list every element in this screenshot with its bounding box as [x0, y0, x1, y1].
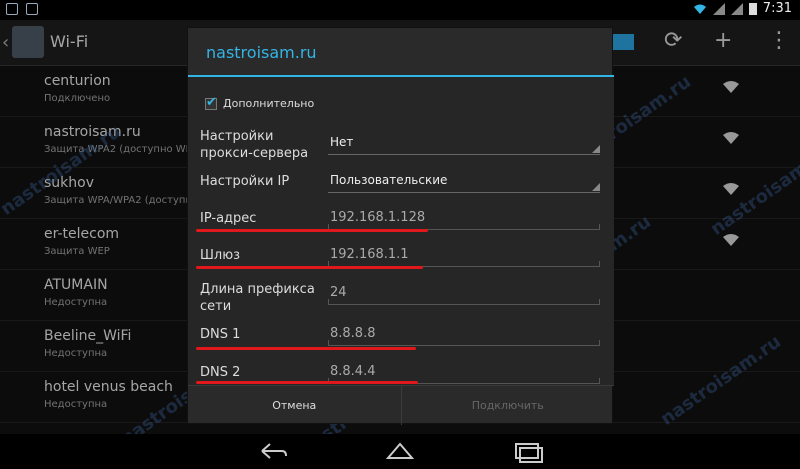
signal-icon-2: [730, 2, 743, 15]
prefix-length-label: Длина префикса сети: [200, 281, 315, 315]
ip-address-label: IP-адрес: [200, 211, 257, 226]
back-icon[interactable]: [252, 438, 292, 464]
cancel-button[interactable]: Отмена: [188, 386, 401, 425]
highlight-underline: [196, 347, 416, 350]
dialog-title: nastroisam.ru: [206, 43, 317, 62]
navigation-bar: [0, 434, 800, 469]
battery-icon: [748, 3, 757, 15]
dns1-field[interactable]: 8.8.8.8: [328, 324, 600, 346]
screenshot-icon: [26, 3, 38, 15]
proxy-label: Настройки прокси-сервера: [200, 128, 308, 162]
status-bar: 7:31: [0, 0, 800, 20]
connect-button[interactable]: Подключить: [400, 386, 615, 425]
wifi-icon: [693, 4, 706, 14]
proxy-value: Нет: [330, 135, 354, 149]
gallery-icon: [6, 3, 18, 15]
gateway-field[interactable]: 192.168.1.1: [328, 245, 600, 267]
recents-icon[interactable]: [508, 438, 548, 464]
advanced-checkbox-row[interactable]: Дополнительно: [205, 95, 315, 110]
system-icons: 7:31: [693, 1, 792, 16]
dialog-footer: Отмена Подключить: [188, 385, 614, 425]
proxy-label-line2: прокси-сервера: [200, 146, 309, 161]
advanced-label: Дополнительно: [223, 97, 315, 110]
ip-settings-label: Настройки IP: [200, 174, 290, 189]
highlight-underline: [196, 266, 423, 269]
proxy-spinner[interactable]: Нет: [328, 131, 600, 155]
notification-icons: [6, 3, 38, 15]
dialog-body: Дополнительно Настройки прокси-сервера Н…: [188, 77, 614, 385]
gateway-label: Шлюз: [200, 248, 241, 263]
advanced-checkbox[interactable]: [205, 95, 217, 110]
dns1-label: DNS 1: [200, 327, 241, 342]
ip-address-field[interactable]: 192.168.1.128: [328, 208, 600, 230]
ip-settings-spinner[interactable]: Пользовательские: [328, 169, 600, 193]
network-settings-dialog: nastroisam.ru Дополнительно Настройки пр…: [187, 27, 614, 425]
clock: 7:31: [762, 1, 792, 16]
prefix-label-line2: сети: [200, 299, 232, 314]
ip-settings-value: Пользовательские: [330, 173, 448, 187]
prefix-length-field[interactable]: 24: [328, 283, 600, 305]
prefix-label-line1: Длина префикса: [200, 282, 315, 297]
highlight-underline: [196, 229, 428, 232]
home-icon[interactable]: [380, 438, 420, 464]
highlight-underline: [196, 381, 418, 384]
signal-icon: [712, 2, 725, 15]
proxy-label-line1: Настройки: [200, 129, 274, 144]
dns2-label: DNS 2: [200, 365, 241, 380]
